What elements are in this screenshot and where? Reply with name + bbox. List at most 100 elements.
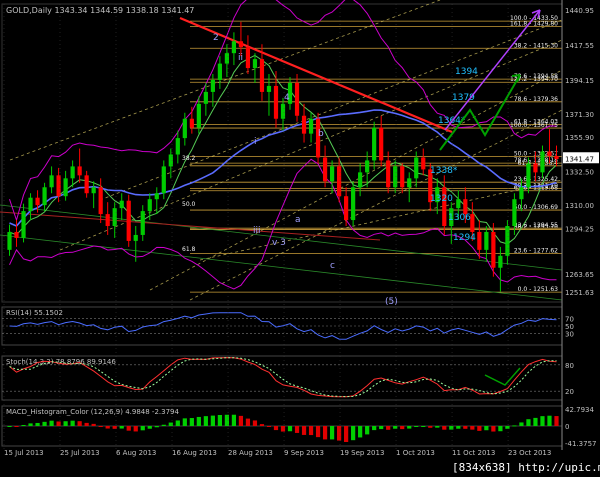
macd-histogram-bar [540, 416, 545, 426]
fib-label: 0.0 - 1251.63 [518, 286, 559, 293]
macd-histogram-bar [245, 418, 251, 426]
macd-histogram-bar [301, 426, 307, 435]
macd-histogram-bar [280, 426, 286, 432]
macd-histogram-bar [512, 425, 517, 427]
wave-label: i [254, 137, 257, 147]
target-label: 1394 [455, 67, 478, 77]
candle-body [14, 231, 19, 238]
macd-histogram-bar [344, 426, 349, 442]
candle-body [273, 85, 279, 119]
rsi-label: RSI(14) 55.1502 [6, 309, 63, 317]
price-axis-label: 1355.90 [565, 134, 594, 142]
macd-histogram-bar [379, 426, 384, 430]
candle-body [322, 157, 328, 182]
macd-histogram-bar [63, 421, 68, 426]
price-axis-label: 1440.95 [565, 7, 594, 15]
fib-label: 23.6 - 1294.55 [514, 222, 558, 229]
candle-body [70, 166, 75, 179]
candle-body [161, 166, 166, 194]
macd-histogram-bar [182, 418, 187, 426]
chart-background [0, 0, 600, 477]
macd-axis-label: -41.3757 [565, 440, 596, 448]
candle-body [372, 127, 377, 161]
candle-body [533, 163, 538, 173]
macd-axis-label: 42.7934 [565, 406, 594, 414]
candle-body [351, 187, 356, 221]
macd-histogram-bar [105, 426, 110, 429]
candle-body [498, 255, 503, 268]
macd-histogram-bar [393, 426, 398, 429]
candle-body [421, 157, 426, 170]
macd-histogram-bar [554, 416, 559, 426]
candle-body [224, 53, 230, 64]
candle-body [140, 211, 145, 235]
macd-histogram-bar [449, 426, 454, 430]
candle-body [301, 115, 307, 134]
macd-histogram-bar [547, 415, 552, 426]
macd-histogram-bar [358, 426, 363, 438]
fib-label: 50.0 - 1306.69 [514, 204, 558, 211]
candle-body [63, 178, 68, 197]
macd-histogram-bar [21, 424, 26, 426]
macd-histogram-bar [252, 420, 258, 426]
macd-histogram-bar [386, 426, 391, 430]
fib-label: 23.6 - 1277.62 [514, 247, 558, 254]
candle-body [407, 178, 412, 188]
macd-histogram-bar [365, 426, 370, 435]
macd-histogram-bar [238, 415, 244, 426]
candle-body [280, 103, 286, 119]
price-axis-label: 1394.15 [565, 77, 594, 85]
candle-body [379, 127, 384, 161]
candle-body [21, 211, 26, 238]
macd-histogram-bar [224, 414, 230, 426]
candle-body [386, 160, 391, 188]
macd-histogram-bar [140, 426, 145, 431]
candle-body [105, 214, 110, 227]
candle-body [84, 175, 89, 194]
candle-body [28, 197, 33, 212]
macd-histogram-bar [168, 422, 173, 426]
candle-body [505, 226, 510, 256]
macd-histogram-bar [259, 424, 265, 426]
candle-body [554, 155, 559, 159]
macd-histogram-bar [526, 419, 531, 426]
stoch-axis-label: 20 [565, 388, 574, 396]
macd-histogram-bar [414, 426, 419, 427]
candle-body [294, 82, 300, 116]
candle-body [393, 166, 398, 188]
macd-histogram-bar [273, 426, 279, 431]
macd-histogram-bar [266, 426, 272, 427]
candle-body [512, 199, 517, 227]
price-axis-label: 1371.30 [565, 111, 594, 119]
macd-histogram-bar [196, 416, 201, 426]
candle-body [119, 200, 124, 209]
wave-label: b [318, 129, 324, 139]
macd-histogram-bar [126, 426, 131, 431]
date-axis-label: 15 Jul 2013 [4, 449, 44, 457]
macd-histogram-bar [456, 426, 461, 429]
candle-body [456, 199, 461, 209]
macd-histogram-bar [329, 426, 335, 440]
wave-label: ii [238, 53, 243, 63]
candle-body [175, 138, 180, 155]
candle-body [491, 231, 496, 268]
price-axis-label: 1263.65 [565, 271, 594, 279]
wave-label: v 3 [272, 238, 286, 248]
macd-histogram-bar [322, 426, 328, 440]
macd-histogram-bar [491, 426, 496, 432]
candle-body [414, 157, 419, 179]
date-axis-label: 23 Oct 2013 [508, 449, 551, 457]
macd-histogram-bar [231, 414, 237, 426]
candle-body [210, 79, 215, 92]
price-axis-label: 1417.55 [565, 42, 594, 50]
candle-body [344, 196, 349, 221]
rsi-axis-label: 30 [565, 331, 574, 339]
wave-label: c [330, 261, 335, 271]
macd-histogram-bar [287, 426, 293, 432]
candle-body [56, 175, 61, 197]
macd-label: MACD_Histogram_Color (12,26,9) 4.9848 -2… [6, 408, 179, 416]
macd-histogram-bar [189, 418, 194, 426]
candle-body [231, 41, 237, 54]
macd-histogram-bar [161, 424, 166, 426]
macd-histogram-bar [351, 426, 356, 441]
